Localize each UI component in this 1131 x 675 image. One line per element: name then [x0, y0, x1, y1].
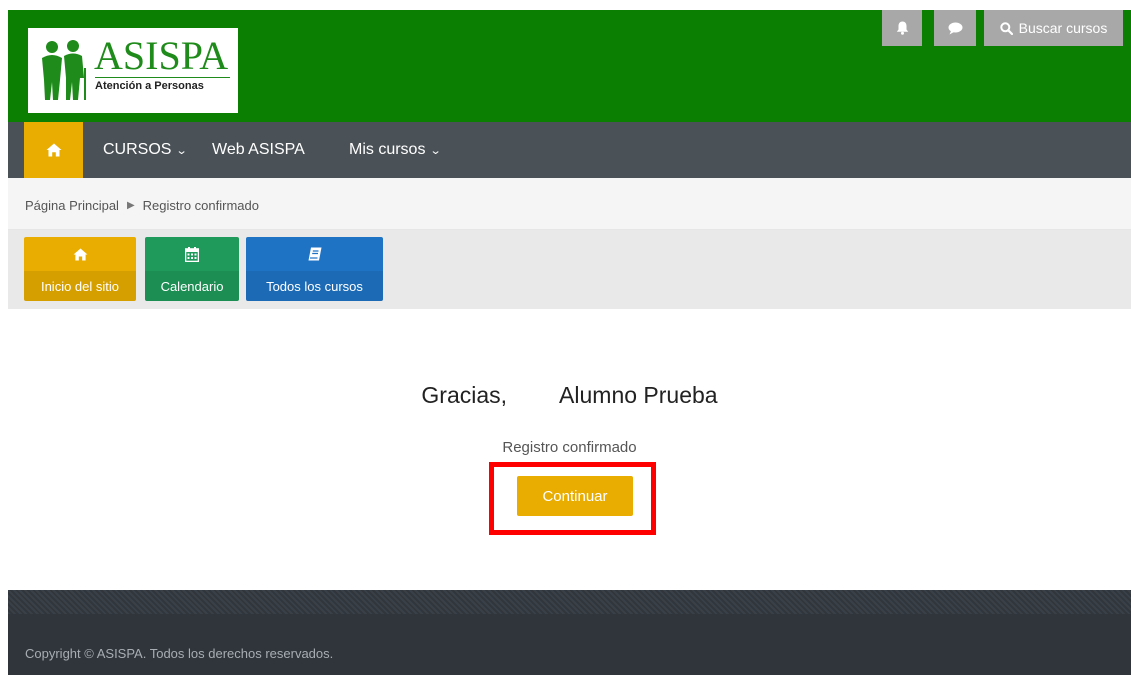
nav-item-web-asispa[interactable]: Web ASISPA [212, 122, 305, 178]
breadcrumb-bar: Página Principal ▶ Registro confirmado [8, 178, 1131, 230]
breadcrumb-home-link[interactable]: Página Principal [25, 198, 119, 213]
nav-item-cursos-label: CURSOS [103, 141, 172, 158]
logo-divider [95, 77, 230, 78]
breadcrumb-separator-icon: ▶ [126, 200, 135, 211]
elderly-people-logo-icon [36, 38, 91, 100]
breadcrumb-current: Registro confirmado [142, 198, 259, 213]
messages-button[interactable] [934, 10, 976, 46]
nav-item-mis-cursos-label: Mis cursos [349, 141, 426, 158]
user-name: Alumno Prueba [559, 382, 718, 408]
home-icon [46, 143, 61, 157]
breadcrumb: Página Principal ▶ Registro confirmado [25, 198, 259, 213]
book-icon [308, 247, 321, 261]
notifications-button[interactable] [882, 10, 922, 46]
chevron-down-icon: ⌄ [430, 144, 443, 157]
footer-pattern-strip [8, 590, 1131, 614]
bell-icon [896, 21, 908, 35]
quick-link-all-courses[interactable]: Todos los cursos [246, 237, 383, 301]
nav-item-mis-cursos[interactable]: Mis cursos ⌄ [349, 122, 443, 178]
thanks-heading: Gracias, Alumno Prueba [8, 382, 1131, 409]
home-icon [73, 247, 87, 261]
chat-icon [948, 22, 962, 34]
quick-link-calendar[interactable]: Calendario [145, 237, 239, 301]
calendar-icon [185, 246, 199, 262]
chevron-down-icon: ⌄ [176, 144, 189, 157]
logo-subtitle: Atención a Personas [95, 80, 204, 92]
nav-home-button[interactable] [24, 122, 83, 178]
quick-link-calendar-label: Calendario [145, 271, 239, 301]
main-navigation: CURSOS ⌄ Web ASISPA Mis cursos ⌄ [8, 122, 1131, 178]
quick-link-all-courses-label: Todos los cursos [246, 271, 383, 301]
thanks-text: Gracias, [421, 382, 508, 408]
nav-item-cursos[interactable]: CURSOS ⌄ [103, 122, 189, 178]
quick-link-site-home[interactable]: Inicio del sitio [24, 237, 136, 301]
registration-confirmed-text: Registro confirmado [502, 439, 637, 456]
logo-name: ASISPA [94, 33, 229, 78]
search-courses-label: Buscar cursos [1018, 20, 1108, 36]
site-header: ASISPA Atención a Personas Buscar cursos [8, 10, 1131, 122]
main-content: Gracias, Alumno Prueba Registro confirmad… [8, 309, 1131, 590]
quick-link-site-home-label: Inicio del sitio [24, 271, 136, 301]
nav-item-web-asispa-label: Web ASISPA [212, 141, 305, 158]
copyright-text: Copyright © ASISPA. Todos los derechos r… [25, 646, 334, 661]
asispa-logo[interactable]: ASISPA Atención a Personas [28, 28, 238, 113]
search-courses-button[interactable]: Buscar cursos [984, 10, 1123, 46]
site-footer: Copyright © ASISPA. Todos los derechos r… [8, 614, 1131, 675]
quick-links-bar: Inicio del sitio Calendario Todos los cu… [8, 230, 1131, 309]
search-icon [999, 21, 1013, 35]
continue-button[interactable]: Continuar [517, 476, 633, 516]
